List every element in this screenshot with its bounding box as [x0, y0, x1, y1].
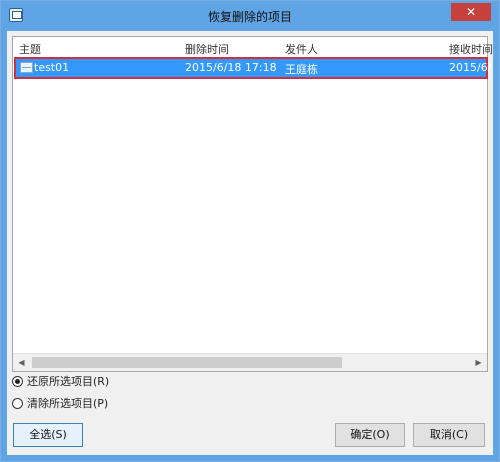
- scroll-thumb[interactable]: [32, 357, 342, 368]
- purge-radio[interactable]: [12, 397, 23, 409]
- restore-option-label: 还原所选项目(R): [27, 375, 110, 388]
- deleted-items-list[interactable]: 主题 删除时间 发件人 接收时间 test01 2015/6/18 17:18 …: [12, 36, 493, 372]
- column-header-sender[interactable]: 发件人: [285, 41, 318, 57]
- mail-item-icon: [20, 62, 33, 73]
- close-button[interactable]: ✕: [451, 3, 491, 21]
- list-item[interactable]: test01 2015/6/18 17:18 王庭栋 2015/6/: [14, 57, 491, 79]
- restore-option[interactable]: 还原所选项目(R): [12, 373, 109, 389]
- item-subject: test01: [34, 61, 70, 74]
- scroll-right-icon[interactable]: ▶: [470, 354, 487, 371]
- horizontal-scrollbar[interactable]: ◀ ▶: [13, 353, 487, 371]
- item-sender: 王庭栋: [285, 63, 318, 76]
- select-all-button[interactable]: 全选(S): [13, 423, 83, 447]
- column-header-subject[interactable]: 主题: [19, 41, 41, 57]
- restore-deleted-items-dialog: 恢复删除的项目 ✕ 主题 删除时间 发件人 接收时间 test01 2015/6…: [0, 0, 500, 462]
- purge-option[interactable]: 清除所选项目(P): [12, 395, 108, 411]
- item-deleted-time: 2015/6/18 17:18: [185, 61, 277, 74]
- column-header-received-time[interactable]: 接收时间: [449, 41, 493, 57]
- column-header-deleted-time[interactable]: 删除时间: [185, 41, 229, 57]
- cancel-button[interactable]: 取消(C): [413, 423, 485, 447]
- restore-radio[interactable]: [12, 375, 23, 387]
- dialog-title: 恢复删除的项目: [207, 10, 292, 24]
- ok-button[interactable]: 确定(O): [335, 423, 405, 447]
- item-received-time: 2015/6/: [449, 61, 492, 74]
- dialog-body: 主题 删除时间 发件人 接收时间 test01 2015/6/18 17:18 …: [7, 31, 493, 455]
- scroll-left-icon[interactable]: ◀: [13, 354, 30, 371]
- title-bar[interactable]: 恢复删除的项目 ✕: [1, 1, 499, 31]
- purge-option-label: 清除所选项目(P): [27, 397, 109, 410]
- list-header: 主题 删除时间 发件人 接收时间: [13, 37, 493, 57]
